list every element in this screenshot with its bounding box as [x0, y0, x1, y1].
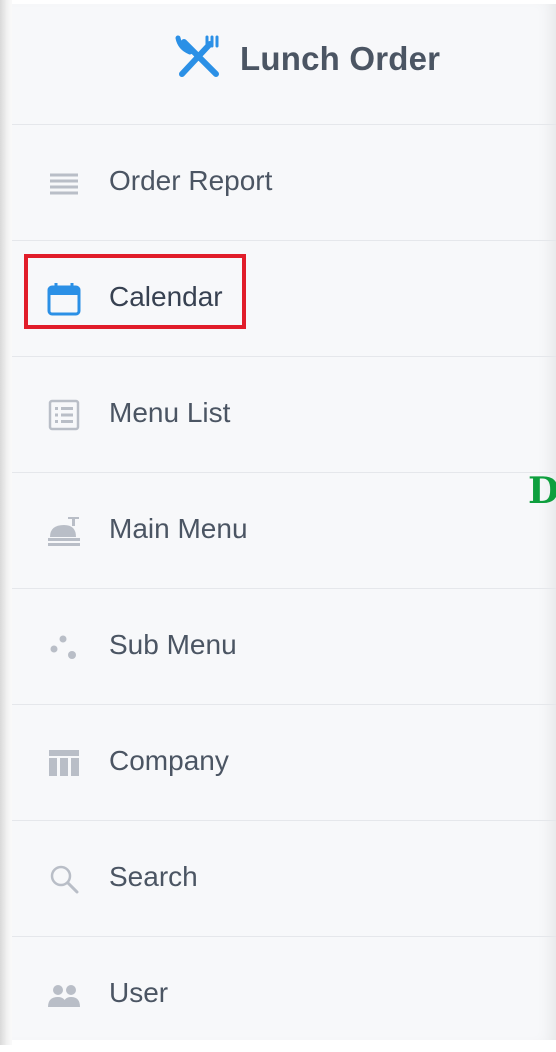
sidebar-item-sub-menu[interactable]: Sub Menu [12, 589, 556, 705]
window-edge-shadow [0, 0, 12, 1045]
clipped-content-text: D [528, 470, 556, 512]
sidebar-item-label: Main Menu [109, 513, 248, 544]
app-title: Lunch Order [240, 40, 441, 77]
sidebar-brand[interactable]: Lunch Order [12, 4, 556, 125]
app-window: Lunch Order Order Report Calendar Menu L… [0, 0, 556, 1045]
sidebar-item-label: Search [109, 861, 198, 892]
sidebar-item-label: Order Report [109, 165, 273, 196]
sidebar-item-menu-list[interactable]: Menu List [12, 357, 556, 473]
sidebar-item-main-menu[interactable]: Main Menu [12, 473, 556, 589]
sidebar-item-label: Sub Menu [109, 629, 237, 660]
sidebar-item-search[interactable]: Search [12, 821, 556, 937]
sidebar-item-user[interactable]: User [12, 937, 556, 1052]
sidebar-item-label: User [109, 977, 169, 1008]
users-icon [48, 985, 80, 1007]
calendar-highlight-annotation [24, 254, 246, 329]
utensils-crossed-icon [175, 35, 219, 77]
sidebar-item-company[interactable]: Company [12, 705, 556, 821]
food-tray-icon [48, 517, 80, 546]
table-columns-icon [49, 750, 79, 776]
sidebar-item-label: Menu List [109, 397, 231, 428]
list-lines-icon [50, 173, 78, 195]
sidebar: Lunch Order Order Report Calendar Menu L… [12, 4, 556, 1040]
magnifier-icon [50, 865, 79, 894]
dots-cluster-icon [50, 635, 76, 659]
list-box-icon [48, 399, 80, 431]
sidebar-item-label: Company [109, 745, 229, 776]
sidebar-item-order-report[interactable]: Order Report [12, 125, 556, 241]
